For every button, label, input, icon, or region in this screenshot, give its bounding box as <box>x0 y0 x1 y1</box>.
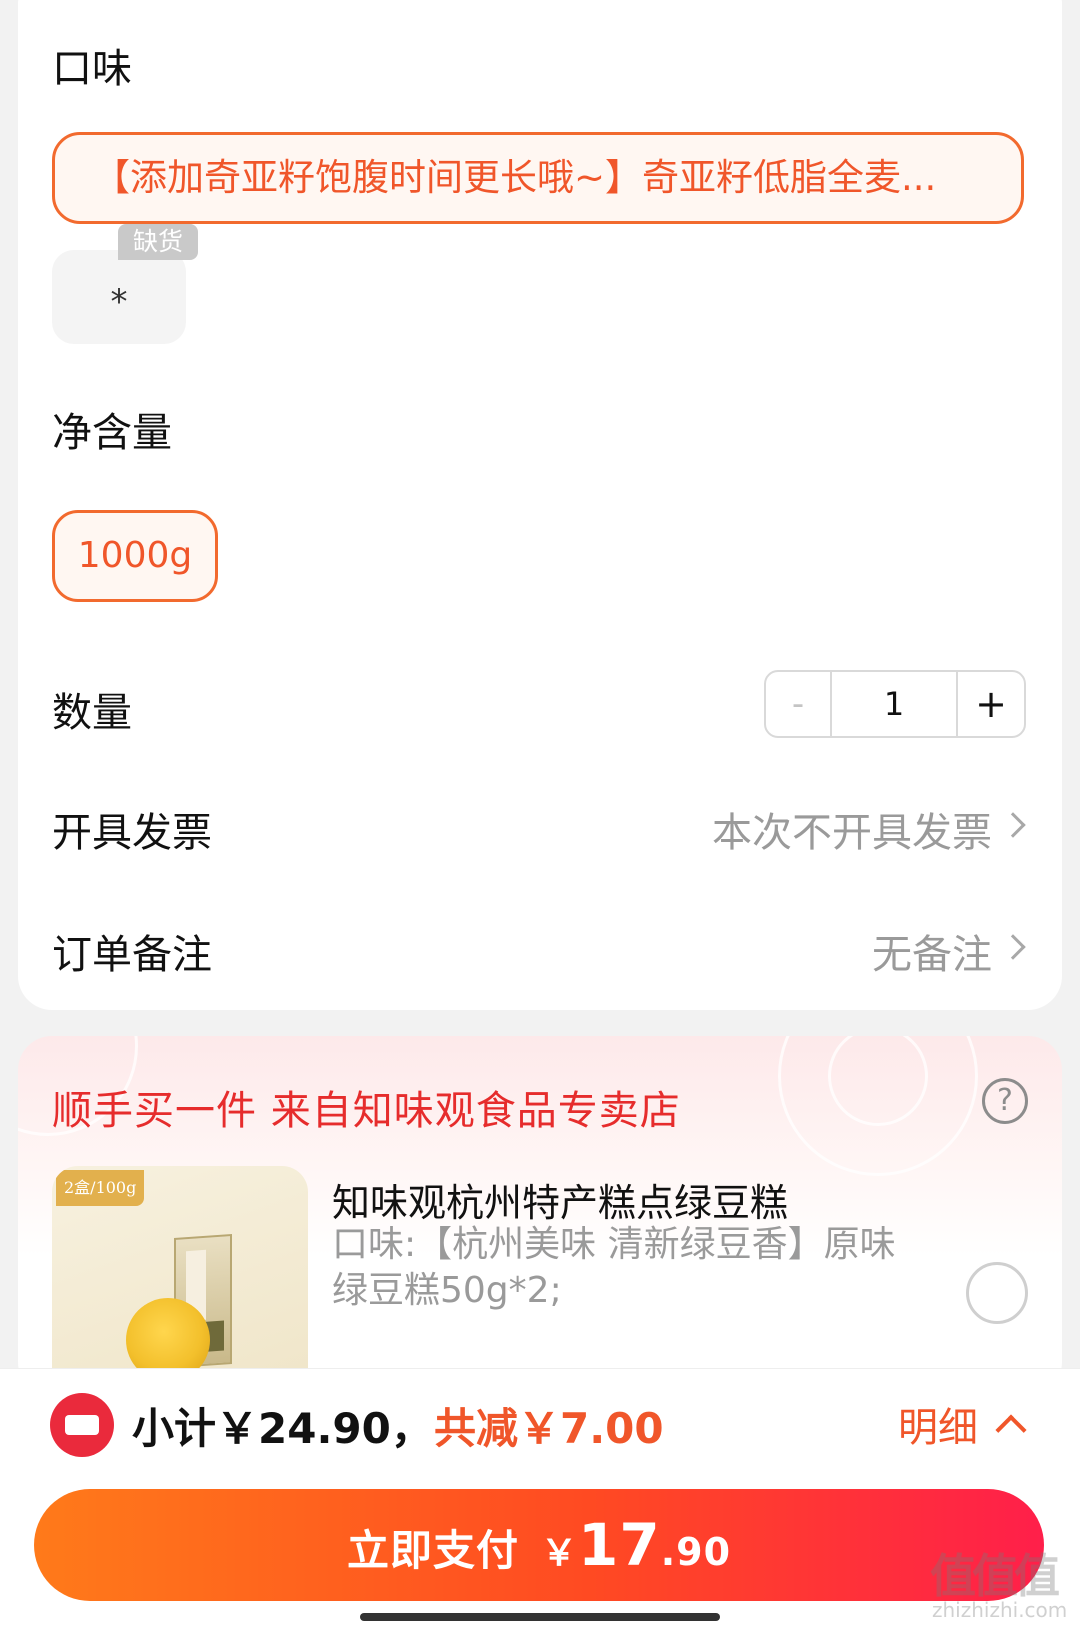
invoice-label: 开具发票 <box>52 810 212 856</box>
discount-text: 共减￥7.00 <box>434 1404 664 1453</box>
chevron-up-icon[interactable] <box>995 1414 1027 1446</box>
pay-label: 立即支付 <box>346 1526 519 1575</box>
home-indicator <box>360 1613 720 1621</box>
product-name[interactable]: 知味观杭州特产糕点绿豆糕 <box>332 1172 788 1227</box>
add-on-title: 顺手买一件 来自知味观食品专卖店 <box>52 1088 681 1134</box>
pay-amount-int: 17 <box>577 1511 661 1579</box>
checkout-bar: 小计￥24.90， 共减￥7.00 明细 立即支付 ￥17.90 <box>0 1368 1080 1625</box>
watermark-url: zhizhizhi.com <box>932 1598 1068 1622</box>
subtotal-text: 小计￥24.90， <box>132 1404 433 1453</box>
product-tag: 2盒/100g <box>56 1170 145 1206</box>
flavor-option-out-of-stock[interactable]: * <box>52 250 186 344</box>
help-icon[interactable]: ? <box>982 1078 1028 1124</box>
price-detail-link[interactable]: 明细 <box>898 1395 978 1453</box>
invoice-value[interactable]: 本次不开具发票 <box>712 800 992 858</box>
pay-now-button[interactable]: 立即支付 ￥17.90 <box>34 1489 1044 1601</box>
product-spec: 口味:【杭州美味 清新绿豆香】原味绿豆糕50g*2; <box>332 1224 896 1311</box>
product-select-radio[interactable] <box>966 1262 1028 1324</box>
pay-amount-dec: .90 <box>660 1530 732 1574</box>
flavor-title: 口味 <box>52 46 132 92</box>
quantity-value[interactable]: 1 <box>832 672 958 736</box>
product-image[interactable]: 2盒/100g <box>52 1166 308 1396</box>
watermark-logo: 值值值 <box>930 1549 1060 1603</box>
coupon-icon <box>50 1393 114 1457</box>
remark-value[interactable]: 无备注 <box>872 922 992 980</box>
flavor-option-selected[interactable]: 【添加奇亚籽饱腹时间更长哦~】奇亚籽低脂全麦... <box>52 132 1024 224</box>
size-option-selected[interactable]: 1000g <box>52 510 218 602</box>
remark-label: 订单备注 <box>52 932 212 978</box>
out-of-stock-badge: 缺货 <box>118 224 198 260</box>
quantity-minus-button[interactable]: - <box>766 672 832 736</box>
size-title: 净含量 <box>52 410 172 456</box>
pay-currency: ￥ <box>540 1533 578 1574</box>
quantity-label: 数量 <box>52 690 132 736</box>
add-on-card: 顺手买一件 来自知味观食品专卖店 ? 2盒/100g 知味观杭州特产糕点绿豆糕 … <box>18 1036 1062 1396</box>
quantity-stepper: - 1 + <box>764 670 1026 738</box>
quantity-plus-button[interactable]: + <box>958 672 1024 736</box>
